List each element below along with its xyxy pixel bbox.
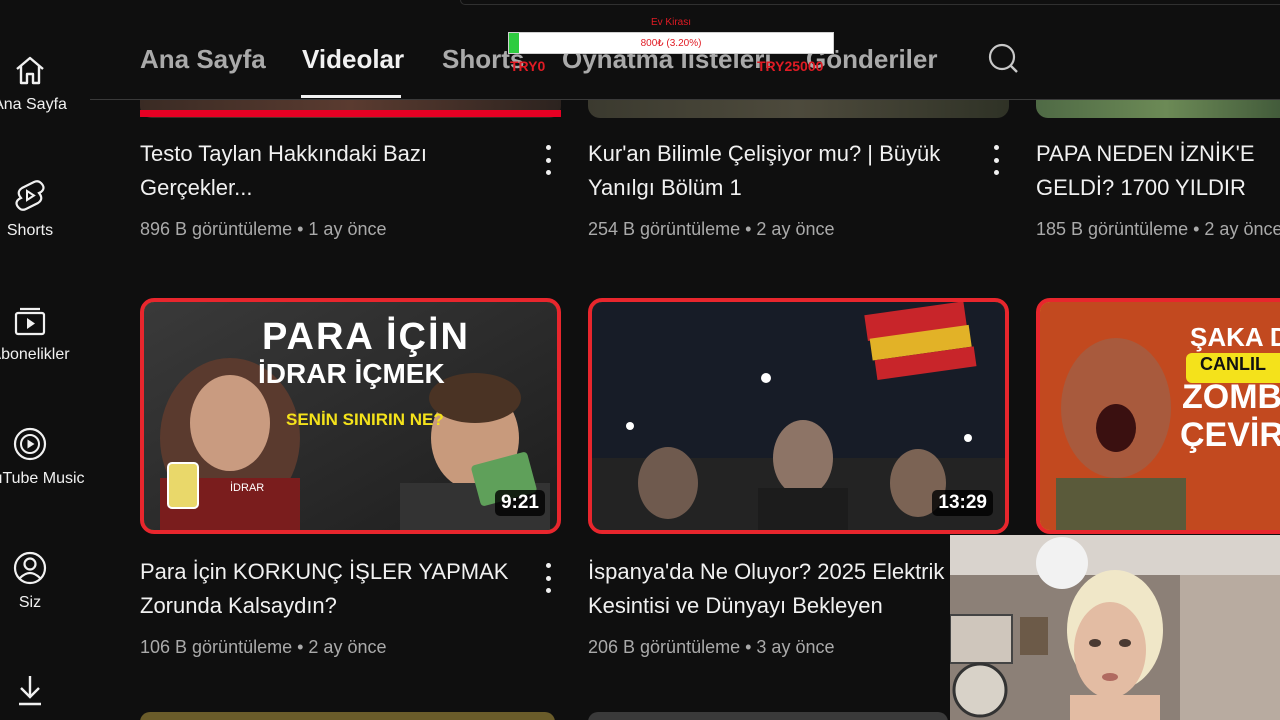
video-title[interactable]: Testo Taylan Hakkındaki Bazı Gerçekler..… bbox=[140, 137, 540, 205]
video-meta: 896 B görüntüleme • 1 ay önce bbox=[140, 219, 387, 239]
goal-min-label: TRY0 bbox=[510, 58, 546, 74]
thumbnail-text: İDRAR İÇMEK bbox=[258, 358, 445, 389]
watch-progress-bar bbox=[140, 110, 561, 117]
video-title[interactable]: Kur'an Bilimle Çelişiyor mu? | Büyük Yan… bbox=[588, 137, 968, 205]
nav-item-subscriptions[interactable]: Abonelikler bbox=[0, 302, 90, 364]
goal-max-label: TRY25000 bbox=[757, 58, 824, 74]
thumbnail-text: ÇEVİRİ bbox=[1180, 416, 1280, 454]
video-meta: 254 B görüntüleme • 2 ay önce bbox=[588, 219, 835, 239]
video-title[interactable]: Para İçin KORKUNÇ İŞLER YAPMAK Zorunda K… bbox=[140, 555, 540, 623]
nav-item-youtube-music[interactable]: YouTube Music bbox=[0, 426, 90, 488]
video-more-button[interactable] bbox=[540, 145, 556, 175]
account-icon bbox=[12, 550, 48, 586]
search-icon bbox=[988, 43, 1018, 73]
goal-value: 800₺ (3.20%) bbox=[640, 38, 702, 49]
video-duration: 9:21 bbox=[494, 490, 545, 516]
video-meta: 185 B görüntüleme • 2 ay önce bbox=[1036, 219, 1280, 239]
download-icon bbox=[12, 672, 48, 708]
goal-progress-bar: 800₺ (3.20%) bbox=[508, 32, 834, 54]
thumbnail-text: SENİN SINIRIN NE? bbox=[286, 410, 444, 429]
thumbnail-text: CANLIL bbox=[1200, 354, 1266, 374]
thumbnail-text: PARA İÇİN bbox=[262, 316, 470, 358]
video-more-button[interactable] bbox=[540, 563, 556, 593]
video-thumbnail[interactable]: 13:29 bbox=[588, 298, 1009, 534]
goal-title: Ev Kirası bbox=[650, 17, 691, 28]
thumbnail-text: ŞAKA D bbox=[1190, 322, 1280, 352]
video-thumbnail[interactable] bbox=[588, 712, 948, 720]
subscriptions-icon bbox=[12, 302, 48, 338]
nav-item-downloads[interactable] bbox=[0, 672, 90, 708]
video-title[interactable]: İspanya'da Ne Oluyor? 2025 Elektrik Kesi… bbox=[588, 555, 953, 623]
channel-search-button[interactable] bbox=[985, 41, 1021, 77]
nav-item-home[interactable]: Ana Sayfa bbox=[0, 52, 90, 114]
video-meta: 106 B görüntüleme • 2 ay önce bbox=[140, 637, 387, 657]
video-duration: 13:29 bbox=[932, 490, 993, 516]
tab-videos[interactable]: Videolar bbox=[302, 44, 404, 75]
video-thumbnail[interactable] bbox=[140, 712, 555, 720]
tab-home[interactable]: Ana Sayfa bbox=[140, 44, 266, 75]
nav-label: Abonelikler bbox=[0, 346, 70, 363]
shorts-icon bbox=[12, 178, 48, 214]
video-more-button[interactable] bbox=[988, 145, 1004, 175]
nav-label: Siz bbox=[18, 594, 42, 611]
thumbnail-text: ZOMBİ bbox=[1182, 378, 1280, 416]
nav-item-you[interactable]: Siz bbox=[0, 550, 90, 612]
video-meta: 206 B görüntüleme • 3 ay önce bbox=[588, 637, 835, 657]
youtube-music-icon bbox=[12, 426, 48, 462]
thumbnail-text: İDRAR bbox=[230, 482, 265, 494]
left-nav-rail: Ana Sayfa Shorts Abonelikler YouTube Mus… bbox=[0, 0, 90, 720]
nav-label: YouTube Music bbox=[0, 470, 85, 487]
nav-label: Ana Sayfa bbox=[0, 96, 67, 113]
video-thumbnail[interactable]: ŞAKA D CANLIL ZOMBİ ÇEVİRİ bbox=[1036, 298, 1280, 534]
nav-label: Shorts bbox=[6, 222, 54, 239]
video-thumbnail[interactable]: PARA İÇİN İDRAR İÇMEK SENİN SINIRIN NE? … bbox=[140, 298, 561, 534]
donation-goal-overlay: Ev Kirası 800₺ (3.20%) TRY0 TRY25000 bbox=[508, 14, 834, 76]
video-title[interactable]: PAPA NEDEN İZNİK'E GELDİ? 1700 YILDIR SA… bbox=[1036, 137, 1280, 205]
home-icon bbox=[12, 52, 48, 88]
search-bar-edge bbox=[460, 0, 1280, 5]
active-tab-indicator bbox=[301, 95, 401, 98]
nav-item-shorts[interactable]: Shorts bbox=[0, 178, 90, 240]
streamer-webcam bbox=[950, 535, 1280, 720]
